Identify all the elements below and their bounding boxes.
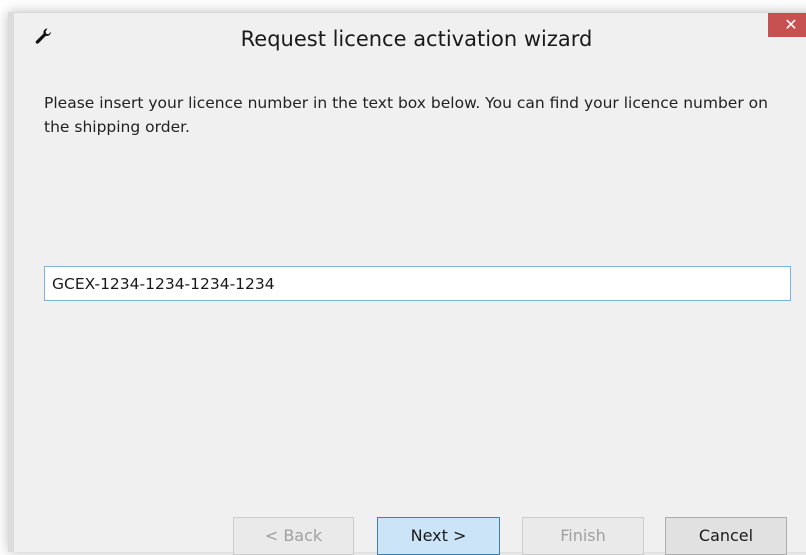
close-button[interactable]: ✕ xyxy=(768,13,806,37)
wrench-icon xyxy=(34,27,52,45)
cancel-button[interactable]: Cancel xyxy=(665,517,787,555)
title-bar: Request licence activation wizard ✕ xyxy=(14,13,806,63)
back-button[interactable]: < Back xyxy=(233,517,354,555)
next-button[interactable]: Next > xyxy=(377,517,500,555)
instruction-text: Please insert your licence number in the… xyxy=(44,94,768,136)
finish-button[interactable]: Finish xyxy=(522,517,644,555)
wizard-window: Request licence activation wizard ✕ Plea… xyxy=(8,12,806,555)
window-title: Request licence activation wizard xyxy=(240,27,593,51)
licence-number-input[interactable] xyxy=(44,266,791,301)
